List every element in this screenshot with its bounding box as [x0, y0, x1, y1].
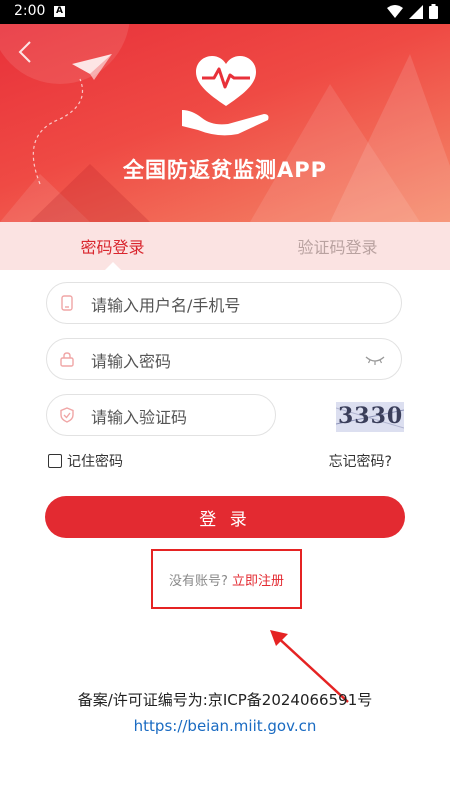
status-bar: 2:00 A — [0, 0, 450, 24]
notification-icon: A — [54, 6, 65, 17]
wifi-icon — [387, 4, 403, 18]
active-tab-indicator — [104, 262, 122, 271]
icp-record: 备案/许可证编号为:京ICP备2024066591号 — [77, 691, 373, 709]
register-link[interactable]: 立即注册 — [232, 570, 284, 589]
captcha-input[interactable] — [89, 403, 263, 431]
hidden-eye-icon[interactable] — [365, 353, 385, 367]
tab-code-login[interactable]: 验证码登录 — [225, 222, 450, 270]
password-input[interactable] — [89, 347, 373, 375]
heart-hand-logo-icon — [182, 56, 269, 136]
app-title: 全国防返贫监测APP — [122, 158, 328, 182]
captcha-image[interactable]: 3330 — [336, 402, 404, 432]
battery-icon — [429, 4, 438, 19]
register-highlight: 没有账号? 立即注册 — [151, 549, 302, 609]
remember-label: 记住密码 — [67, 454, 123, 470]
signal-icon — [409, 4, 423, 19]
forgot-password-link[interactable]: 忘记密码? — [329, 451, 392, 471]
lock-icon — [60, 352, 74, 367]
password-field[interactable] — [46, 338, 402, 380]
back-chevron-icon[interactable] — [14, 38, 38, 66]
captcha-code: 3330 — [338, 403, 404, 429]
login-tabs: 密码登录 验证码登录 — [0, 222, 450, 271]
username-input[interactable] — [89, 291, 373, 319]
register-prompt: 没有账号? — [169, 573, 228, 589]
username-field[interactable] — [46, 282, 402, 324]
login-button[interactable]: 登 录 — [45, 496, 405, 538]
shield-check-icon — [60, 407, 74, 423]
status-time: 2:00 — [14, 3, 46, 19]
phone-icon — [61, 295, 73, 311]
app-header: 全国防返贫监测APP — [0, 24, 450, 222]
captcha-field[interactable] — [46, 394, 276, 436]
remember-checkbox[interactable] — [48, 454, 62, 468]
beian-link[interactable]: https://beian.miit.gov.cn — [0, 717, 450, 735]
status-icons — [387, 4, 438, 19]
remember-password[interactable]: 记住密码 — [48, 451, 123, 471]
